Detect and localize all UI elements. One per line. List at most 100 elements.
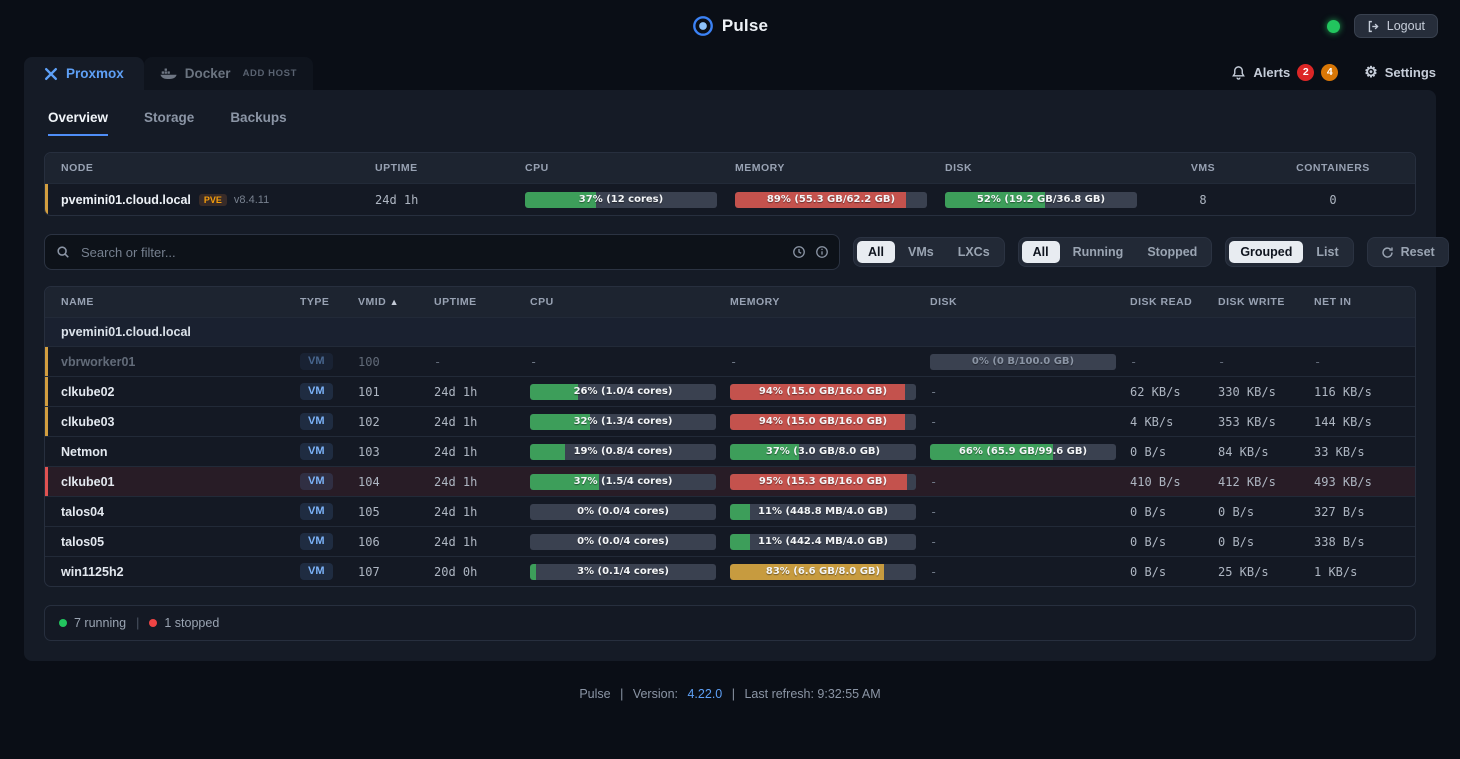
disk-meter: - xyxy=(930,557,1130,586)
type-badge: VM xyxy=(300,443,333,460)
node-row[interactable]: pvemini01.cloud.local PVE v8.4.11 24d 1h… xyxy=(45,183,1415,215)
info-icon[interactable] xyxy=(815,245,829,259)
alerts-button[interactable]: Alerts 2 4 xyxy=(1231,64,1338,81)
col-uptime2[interactable]: UPTIME xyxy=(434,287,530,317)
node-table-header: NODE UPTIME CPU MEMORY DISK VMS CONTAINE… xyxy=(45,153,1415,183)
type-badge: VM xyxy=(300,413,333,430)
guest-type-cell: VM xyxy=(300,437,358,466)
guest-row[interactable]: talos04 VM 105 24d 1h 0% (0.0/4 cores) 1… xyxy=(45,496,1415,526)
col-type[interactable]: TYPE xyxy=(300,287,358,317)
guest-row[interactable]: vbrworker01 VM 100 - - - 0% (0 B/100.0 G… xyxy=(45,346,1415,376)
meter-track: 89% (55.3 GB/62.2 GB) xyxy=(735,192,927,208)
type-filter-vms[interactable]: VMs xyxy=(897,241,945,263)
guest-row[interactable]: clkube02 VM 101 24d 1h 26% (1.0/4 cores)… xyxy=(45,376,1415,406)
add-host-label[interactable]: ADD HOST xyxy=(243,68,297,79)
memory-meter: 83% (6.6 GB/8.0 GB) xyxy=(730,557,930,586)
uptime-cell: 24d 1h xyxy=(434,437,530,466)
type-badge: VM xyxy=(300,383,333,400)
refresh-icon xyxy=(1381,246,1394,259)
net-in-cell: 33 KB/s xyxy=(1314,437,1415,466)
vmid-cell: 106 xyxy=(358,527,434,556)
meter-track: 83% (6.6 GB/8.0 GB) xyxy=(730,564,916,580)
col-net-in[interactable]: NET IN xyxy=(1314,287,1415,317)
guest-row[interactable]: Netmon VM 103 24d 1h 19% (0.8/4 cores) 3… xyxy=(45,436,1415,466)
meter-label: 83% (6.6 GB/8.0 GB) xyxy=(730,564,916,580)
col-node: NODE xyxy=(45,153,375,183)
meter-label: 37% (1.5/4 cores) xyxy=(530,474,716,490)
col-disk-write[interactable]: DISK WRITE xyxy=(1218,287,1314,317)
meter-track: 11% (448.8 MB/4.0 GB) xyxy=(730,504,916,520)
stopped-dot-icon xyxy=(149,619,157,627)
guest-name-cell: talos05 xyxy=(45,527,300,556)
guest-name-cell: Netmon xyxy=(45,437,300,466)
col-disk2[interactable]: DISK xyxy=(930,287,1130,317)
col-cpu2[interactable]: CPU xyxy=(530,287,730,317)
meter-label: 19% (0.8/4 cores) xyxy=(530,444,716,460)
meter-label: 95% (15.3 GB/16.0 GB) xyxy=(730,474,916,490)
node-disk-meter: 52% (19.2 GB/36.8 GB) xyxy=(945,184,1155,215)
guest-row[interactable]: clkube01 VM 104 24d 1h 37% (1.5/4 cores)… xyxy=(45,466,1415,496)
col-memory: MEMORY xyxy=(735,153,945,183)
tab-proxmox[interactable]: Proxmox xyxy=(24,57,144,90)
node-vms-cell: 8 xyxy=(1155,184,1251,215)
guest-row[interactable]: talos05 VM 106 24d 1h 0% (0.0/4 cores) 1… xyxy=(45,526,1415,556)
connection-status-dot xyxy=(1327,20,1340,33)
running-dot-icon xyxy=(59,619,67,627)
guest-row[interactable]: clkube03 VM 102 24d 1h 32% (1.3/4 cores)… xyxy=(45,406,1415,436)
search-extra-icons xyxy=(792,245,829,259)
sort-asc-icon: ▲ xyxy=(390,297,399,307)
guest-name-cell: clkube03 xyxy=(45,407,300,436)
disk-meter: 66% (65.9 GB/99.6 GB) xyxy=(930,437,1130,466)
col-memory2[interactable]: MEMORY xyxy=(730,287,930,317)
guest-row[interactable]: win1125h2 VM 107 20d 0h 3% (0.1/4 cores)… xyxy=(45,556,1415,586)
col-disk-read[interactable]: DISK READ xyxy=(1130,287,1218,317)
alerts-warning-badge[interactable]: 4 xyxy=(1321,64,1338,81)
view-list[interactable]: List xyxy=(1305,241,1349,263)
search-input[interactable] xyxy=(44,234,840,270)
logout-button[interactable]: Logout xyxy=(1354,14,1438,38)
disk-meter: - xyxy=(930,377,1130,406)
uptime-cell: 24d 1h xyxy=(434,527,530,556)
disk-read-cell: 62 KB/s xyxy=(1130,377,1218,406)
guest-table-header: NAME TYPE VMID ▲ UPTIME CPU MEMORY DISK … xyxy=(45,287,1415,317)
tab-docker[interactable]: Docker ADD HOST xyxy=(144,57,313,90)
type-badge: VM xyxy=(300,563,333,580)
history-icon[interactable] xyxy=(792,245,806,259)
footer-version-label: Version: xyxy=(633,687,678,701)
meter-label: 94% (15.0 GB/16.0 GB) xyxy=(730,414,916,430)
guest-name: win1125h2 xyxy=(61,565,124,579)
type-filter-lxcs[interactable]: LXCs xyxy=(947,241,1001,263)
tab-storage[interactable]: Storage xyxy=(144,110,194,136)
status-filter-running[interactable]: Running xyxy=(1062,241,1135,263)
status-filter-stopped[interactable]: Stopped xyxy=(1136,241,1208,263)
col-vms: VMS xyxy=(1155,153,1251,183)
type-filter-group: All VMs LXCs xyxy=(853,237,1005,267)
cpu-meter: 26% (1.0/4 cores) xyxy=(530,377,730,406)
view-grouped[interactable]: Grouped xyxy=(1229,241,1303,263)
meter-track: 94% (15.0 GB/16.0 GB) xyxy=(730,384,916,400)
guest-type-cell: VM xyxy=(300,467,358,496)
col-vmid[interactable]: VMID ▲ xyxy=(358,287,434,317)
vmid-cell: 107 xyxy=(358,557,434,586)
meter-label: 11% (442.4 MB/4.0 GB) xyxy=(730,534,916,550)
docker-icon xyxy=(160,67,177,80)
guest-name-cell: clkube01 xyxy=(45,467,300,496)
guest-name-cell: clkube02 xyxy=(45,377,300,406)
brand: Pulse xyxy=(692,15,768,37)
app-header: Pulse Logout xyxy=(0,0,1460,52)
reset-button[interactable]: Reset xyxy=(1367,237,1449,267)
reset-label: Reset xyxy=(1401,245,1435,259)
tab-overview[interactable]: Overview xyxy=(48,110,108,136)
status-filter-all[interactable]: All xyxy=(1022,241,1060,263)
settings-button[interactable]: ⚙ Settings xyxy=(1364,63,1436,81)
footer-version-link[interactable]: 4.22.0 xyxy=(687,687,722,701)
guest-name: Netmon xyxy=(61,445,108,459)
type-filter-all[interactable]: All xyxy=(857,241,895,263)
alerts-critical-badge[interactable]: 2 xyxy=(1297,64,1314,81)
tab-backups[interactable]: Backups xyxy=(230,110,286,136)
footer-app: Pulse xyxy=(579,687,610,701)
col-name[interactable]: NAME xyxy=(45,287,300,317)
meter-label: 37% (12 cores) xyxy=(525,192,717,208)
uptime-cell: 24d 1h xyxy=(434,497,530,526)
meter-track: 0% (0.0/4 cores) xyxy=(530,504,716,520)
